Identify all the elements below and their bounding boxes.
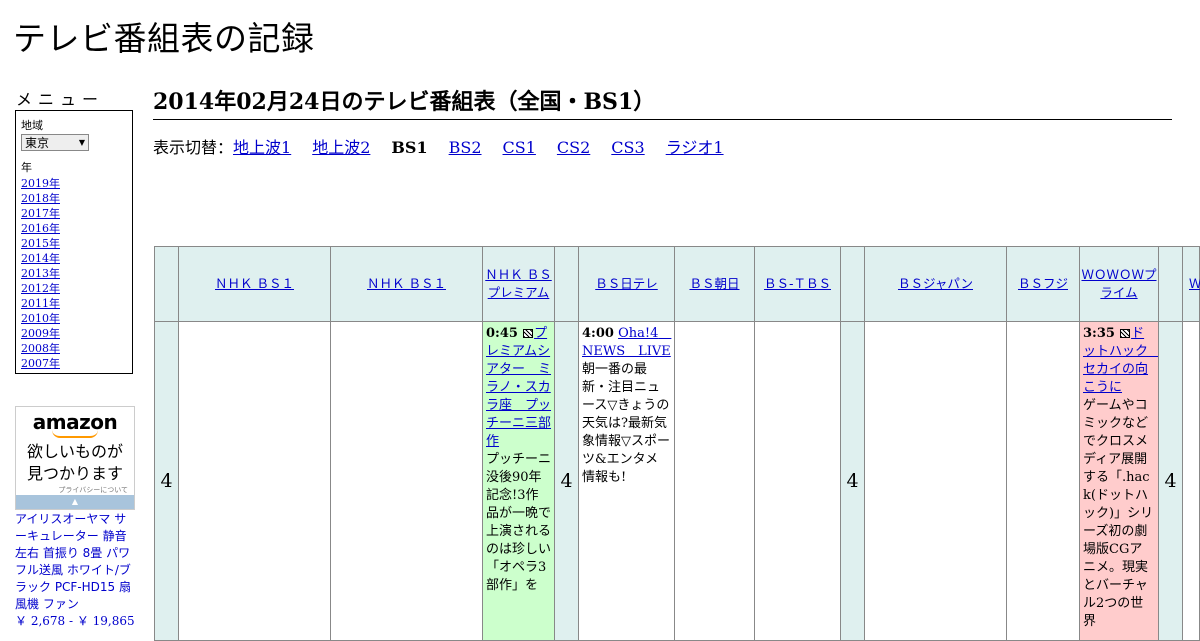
channel-header-bs-fuji: ＢＳフジ (1006, 246, 1080, 322)
program-cell-empty (178, 321, 331, 641)
program-time: 0:45 (486, 326, 518, 341)
channel-link[interactable]: ＷＯＷＯＷプライム (1080, 266, 1158, 302)
year-list: 2019年 2018年 2017年 2016年 2015年 2014年 2013… (21, 176, 127, 371)
region-label: 地域 (21, 119, 43, 132)
hour-header-cell (840, 246, 865, 322)
program-cell-partial (1182, 321, 1200, 641)
year-link-2018[interactable]: 2018年 (21, 191, 127, 206)
program-title-link[interactable]: プレミアムシアター ミラノ・スカラ座 プッチーニ三部作 (486, 326, 551, 449)
switch-cs1[interactable]: CS1 (503, 138, 536, 157)
program-time: 3:35 (1083, 326, 1115, 341)
year-link-2015[interactable]: 2015年 (21, 236, 127, 251)
hd-icon (1120, 329, 1131, 338)
program-description: ゲームやコミックなどでクロスメディア展開する「.hack(ドットハック)」シリー… (1083, 398, 1154, 629)
year-link-2008[interactable]: 2008年 (21, 341, 127, 356)
ad-tagline-line-2: 見つかります (26, 464, 123, 483)
channel-link[interactable]: ＢＳフジ (1018, 275, 1068, 293)
ad-tagline: 欲しいものが 見つかります (16, 441, 134, 485)
site-title: テレビ番組表の記録 (13, 19, 315, 58)
switch-cs2[interactable]: CS2 (557, 138, 590, 157)
year-link-2014[interactable]: 2014年 (21, 251, 127, 266)
channel-header-wowow-partial: Ｗ (1182, 246, 1200, 322)
ad-privacy-link[interactable]: プライバシーについて (16, 485, 134, 495)
channel-link[interactable]: ＢＳジャパン (898, 275, 973, 293)
year-link-2009[interactable]: 2009年 (21, 326, 127, 341)
channel-header-nhk-bs-premium: ＮＨＫ ＢＳプレミアム (482, 246, 555, 322)
chevron-up-icon: ▲ (71, 497, 79, 506)
channel-header-wowow-prime: ＷＯＷＯＷプライム (1079, 246, 1159, 322)
year-link-2011[interactable]: 2011年 (21, 296, 127, 311)
channel-link[interactable]: Ｗ (1189, 275, 1200, 293)
product-price: ￥ 2,678 - ￥ 19,865 (15, 614, 135, 628)
hour-cell: 4 (1158, 321, 1183, 641)
year-link-2007[interactable]: 2007年 (21, 356, 127, 371)
program-cell-wowow: 3:35 ドットハック セカイの向こうに ゲームやコミックなどでクロスメディア展… (1079, 321, 1161, 641)
channel-link[interactable]: ＮＨＫ ＢＳ１ (215, 275, 294, 293)
channel-link[interactable]: ＢＳ-ＴＢＳ (764, 275, 831, 293)
program-cell-ntv: 4:00 Oha!4 NEWS LIVE 朝一番の最新・注目ニュース▽きょうの天… (578, 321, 675, 641)
hour-header-cell (154, 246, 179, 322)
program-cell-empty (1006, 321, 1080, 641)
hour-cell: 4 (154, 321, 179, 641)
hour-cell: 4 (840, 321, 865, 641)
year-link-2017[interactable]: 2017年 (21, 206, 127, 221)
menu-heading: メニュー (16, 90, 105, 109)
program-cell-empty (754, 321, 841, 641)
year-link-2016[interactable]: 2016年 (21, 221, 127, 236)
program-cell-empty (330, 321, 483, 641)
switch-label: 表示切替： (153, 138, 234, 157)
chevron-down-icon: ▼ (78, 138, 85, 147)
hd-icon (523, 329, 534, 338)
amazon-ad[interactable]: amazon 欲しいものが 見つかります プライバシーについて ▲ (15, 406, 135, 510)
region-value: 東京 (25, 136, 50, 150)
display-switcher: 表示切替：地上波1 地上波2 BS1 BS2 CS1 CS2 CS3 ラジオ1 (153, 134, 745, 158)
channel-link[interactable]: ＮＨＫ ＢＳプレミアム (483, 266, 554, 302)
program-time: 4:00 (582, 326, 614, 341)
switch-bs1-current: BS1 (391, 138, 428, 157)
channel-link[interactable]: ＢＳ朝日 (689, 275, 739, 293)
program-cell-empty (864, 321, 1007, 641)
year-link-2019[interactable]: 2019年 (21, 176, 127, 191)
menu-box: 地域 東京 ▼ 年 2019年 2018年 2017年 2016年 2015年 … (15, 110, 133, 374)
channel-header-bs-japan: ＢＳジャパン (864, 246, 1007, 322)
year-link-2010[interactable]: 2010年 (21, 311, 127, 326)
year-link-2013[interactable]: 2013年 (21, 266, 127, 281)
product-link[interactable]: アイリスオーヤマ サーキュレーター 静音 左右 首振り 8畳 パワフル送風 ホワ… (15, 512, 131, 611)
channel-link[interactable]: ＢＳ日テレ (595, 275, 658, 293)
switch-radio-1[interactable]: ラジオ1 (666, 138, 724, 157)
ad-tagline-line-1: 欲しいものが (26, 442, 123, 461)
program-cell-premium: 0:45 プレミアムシアター ミラノ・スカラ座 プッチーニ三部作 プッチーニ没後… (482, 321, 555, 641)
switch-terrestrial-2[interactable]: 地上波2 (312, 138, 370, 157)
ad-product: アイリスオーヤマ サーキュレーター 静音 左右 首振り 8畳 パワフル送風 ホワ… (15, 511, 135, 630)
channel-header-bs-asahi: ＢＳ朝日 (674, 246, 755, 322)
page-title: 2014年02月24日のテレビ番組表（全国・BS1） (153, 84, 1172, 120)
program-cell-empty (674, 321, 755, 641)
program-description: プッチーニ没後90年記念!3作品が一晩で上演されるのは珍しい「オペラ3部作」を (486, 452, 552, 593)
channel-header-nhk-bs1-a: ＮＨＫ ＢＳ１ (178, 246, 331, 322)
hour-cell: 4 (554, 321, 579, 641)
channel-header-nhk-bs1-b: ＮＨＫ ＢＳ１ (330, 246, 483, 322)
region-select[interactable]: 東京 ▼ (21, 134, 89, 151)
year-link-2012[interactable]: 2012年 (21, 281, 127, 296)
channel-header-bs-ntv: ＢＳ日テレ (578, 246, 675, 322)
ad-expand-bar[interactable]: ▲ (16, 495, 134, 509)
year-label: 年 (21, 161, 32, 174)
amazon-logo: amazon (32, 410, 118, 434)
program-description: 朝一番の最新・注目ニュース▽きょうの天気は?最新気象情報▽スポーツ&エンタメ情報… (582, 362, 670, 485)
hour-header-cell (554, 246, 579, 322)
channel-header-bs-tbs: ＢＳ-ＴＢＳ (754, 246, 841, 322)
hour-header-cell (1158, 246, 1183, 322)
switch-bs2[interactable]: BS2 (449, 138, 482, 157)
switch-terrestrial-1[interactable]: 地上波1 (233, 138, 291, 157)
switch-cs3[interactable]: CS3 (611, 138, 644, 157)
channel-link[interactable]: ＮＨＫ ＢＳ１ (367, 275, 446, 293)
